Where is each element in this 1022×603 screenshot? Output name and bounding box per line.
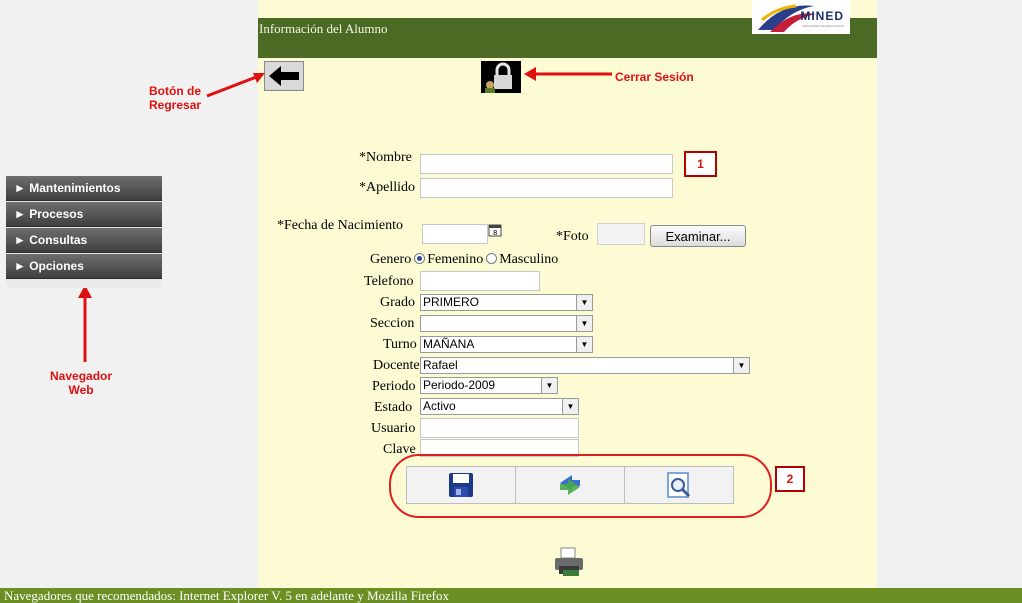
turno-value: MAÑANA [423,337,475,351]
seccion-label: Seccion [370,316,415,331]
fecha-label: *Fecha de Nacimiento [277,218,403,233]
refresh-icon [560,475,580,495]
docente-label: Docente [373,358,420,373]
genero-label-text: Genero [370,252,412,267]
nav-item-procesos[interactable]: ► Procesos [6,202,162,227]
arrow-left-icon [269,66,299,86]
seccion-select[interactable]: ▼ [420,315,593,332]
chevron-down-icon: ▼ [576,337,592,352]
chevron-down-icon: ▼ [541,378,557,393]
docente-value: Rafael [423,358,458,372]
genero-label: Genero Femenino Masculino [370,252,558,268]
annotation-nav: Navegador Web [50,369,113,397]
nombre-label: *Nombre [359,150,412,165]
annotation-arrow-back [206,73,265,98]
svg-text:8: 8 [493,229,497,237]
mined-logo: MINED MINISTERIO DE EDUCACION [752,0,850,34]
logout-button[interactable] [481,61,521,93]
lock-icon [485,62,512,93]
estado-value: Activo [423,399,456,413]
chevron-down-icon: ▼ [562,399,578,414]
refresh-button[interactable] [516,467,625,503]
nav-item-mantenimientos[interactable]: ► Mantenimientos [6,176,162,201]
femenino-label: Femenino [427,252,484,267]
action-toolbar [406,466,734,504]
telefono-input[interactable] [420,271,540,291]
chevron-down-icon: ▼ [576,295,592,310]
grado-select[interactable]: PRIMERO ▼ [420,294,593,311]
foto-input[interactable] [597,223,645,245]
femenino-radio[interactable] [414,253,426,264]
foto-label: *Foto [556,229,589,244]
save-button[interactable] [407,467,516,503]
annotation-box-2: 2 [775,466,805,492]
periodo-label: Periodo [372,379,416,394]
estado-select[interactable]: Activo ▼ [420,398,579,415]
periodo-select[interactable]: Periodo-2009 ▼ [420,377,558,394]
save-icon [449,473,473,497]
apellido-input[interactable] [420,178,673,198]
annotation-logout: Cerrar Sesión [615,70,694,84]
browse-button[interactable]: Examinar... [650,225,746,247]
turno-label: Turno [383,337,417,352]
chevron-down-icon: ▼ [733,358,749,373]
page-title: Información del Alumno [259,21,388,36]
search-button[interactable] [625,467,733,503]
footer-text: Navegadores que recomendados: Internet E… [4,588,449,603]
docente-select[interactable]: Rafael ▼ [420,357,750,374]
calendar-icon[interactable]: 8 [488,223,502,237]
fecha-input[interactable] [422,224,488,244]
turno-select[interactable]: MAÑANA ▼ [420,336,593,353]
grado-label: Grado [380,295,415,310]
nav-item-opciones[interactable]: ► Opciones [6,254,162,279]
annotation-box-1: 1 [684,151,717,177]
search-icon [667,472,691,498]
masculino-label: Masculino [499,252,559,267]
usuario-label: Usuario [371,421,416,436]
usuario-input[interactable] [420,418,579,438]
masculino-radio[interactable] [486,253,498,264]
annotation-back: Botón de Regresar [149,84,202,112]
logo-text: MINED [800,9,844,23]
nombre-input[interactable] [420,154,673,174]
printer-icon[interactable] [553,546,587,578]
telefono-label: Telefono [364,274,414,289]
nav-item-consultas[interactable]: ► Consultas [6,228,162,253]
apellido-label: *Apellido [359,180,415,195]
annotation-arrow-nav [78,285,92,362]
periodo-value: Periodo-2009 [423,378,496,392]
annotation-arrow-logout [524,67,612,81]
estado-label: Estado [374,400,413,415]
back-button[interactable] [264,61,304,91]
logo-subtext: MINISTERIO DE EDUCACION [802,24,844,28]
grado-value: PRIMERO [423,295,480,309]
chevron-down-icon: ▼ [576,316,592,331]
